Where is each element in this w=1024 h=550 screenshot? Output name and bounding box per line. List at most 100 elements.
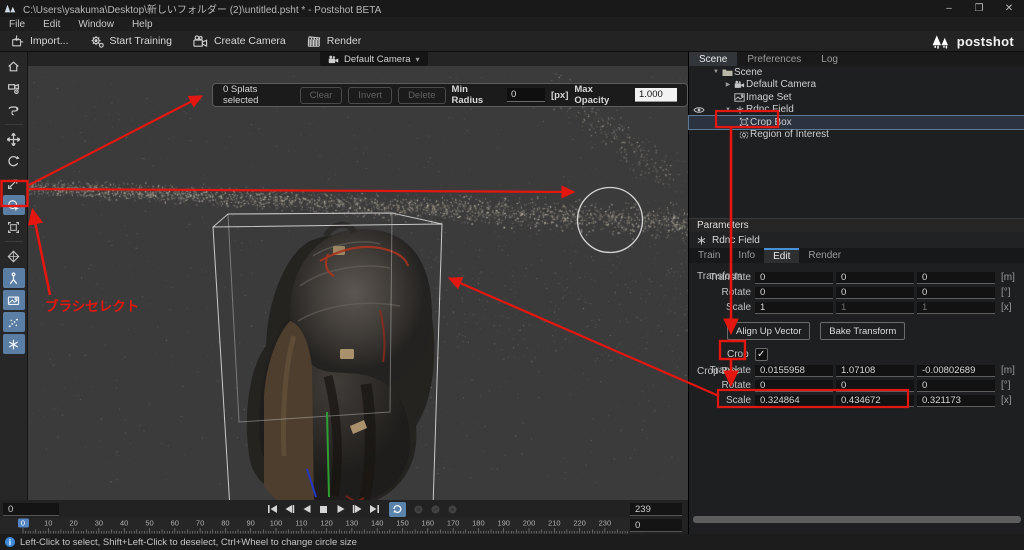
- crop-rotate-x-input[interactable]: [755, 380, 833, 392]
- crop-rotate-y-input[interactable]: [836, 380, 914, 392]
- align-up-vector-button[interactable]: Align Up Vector: [727, 322, 810, 340]
- play-reverse-button[interactable]: [298, 502, 315, 517]
- delete-button[interactable]: Delete: [398, 87, 445, 104]
- svg-text:130: 130: [346, 519, 359, 528]
- render-button[interactable]: Render: [296, 31, 371, 52]
- camera-view-icon: [7, 82, 20, 95]
- crop-translate-z-input[interactable]: [917, 365, 995, 377]
- invert-button[interactable]: Invert: [348, 87, 392, 104]
- import-button[interactable]: Import...: [0, 31, 79, 52]
- crop-translate-x-input[interactable]: [755, 365, 833, 377]
- start-training-button[interactable]: Start Training: [79, 31, 182, 52]
- show-images-toggle[interactable]: [3, 290, 25, 310]
- tab-log[interactable]: Log: [811, 52, 848, 66]
- stop-button[interactable]: [315, 502, 332, 517]
- scene-tree: ▼ Scene ▶ Default Camera Image Set ▼: [689, 66, 1024, 218]
- loop-frame-input[interactable]: [630, 519, 682, 532]
- tab-train[interactable]: Train: [689, 248, 729, 263]
- crop-rotate-z-input[interactable]: [917, 380, 995, 392]
- tab-edit[interactable]: Edit: [764, 248, 799, 263]
- point-cloud-icon: [7, 316, 20, 329]
- crop-scale-y-input[interactable]: [836, 395, 914, 407]
- rotate-y-input[interactable]: [836, 287, 914, 299]
- crop-scale-x-input[interactable]: [755, 395, 833, 407]
- translate-x-input[interactable]: [755, 272, 833, 284]
- crop-checkbox[interactable]: ✓: [755, 348, 768, 361]
- timeline-ruler[interactable]: 0102030405060708090100110120130140150160…: [0, 518, 645, 534]
- bake-transform-button[interactable]: Bake Transform: [820, 322, 905, 340]
- tree-node-crop-box[interactable]: Crop Box: [689, 116, 1024, 129]
- crop-scale-z-input[interactable]: [917, 395, 995, 407]
- postshot-brand: postshot: [931, 34, 1024, 49]
- panel-horizontal-scrollbar[interactable]: [693, 516, 1021, 523]
- viewport-column: Default Camera ▾: [28, 52, 688, 534]
- menu-edit[interactable]: Edit: [34, 17, 69, 31]
- clear-button[interactable]: Clear: [300, 87, 343, 104]
- tree-node-image-set[interactable]: Image Set: [689, 91, 1024, 104]
- step-back-button[interactable]: [281, 502, 298, 517]
- tree-node-rdnc-field[interactable]: ▼ Rdnc Field: [689, 104, 1024, 117]
- current-frame-input[interactable]: [3, 503, 59, 516]
- tab-scene[interactable]: Scene: [689, 52, 737, 66]
- svg-text:90: 90: [247, 519, 255, 528]
- tripod-icon: [7, 272, 20, 285]
- box-select-tool[interactable]: [3, 217, 25, 237]
- svg-text:190: 190: [497, 519, 510, 528]
- crop-translate-y-input[interactable]: [836, 365, 914, 377]
- step-forward-button[interactable]: [349, 502, 366, 517]
- scale-x-input[interactable]: [755, 302, 833, 314]
- camera-view-tool[interactable]: [3, 78, 25, 98]
- close-icon[interactable]: ✕: [994, 0, 1024, 17]
- wireframe-toggle[interactable]: [3, 246, 25, 266]
- transform-scale-row: Scale [x]: [689, 301, 1024, 314]
- rotate-x-input[interactable]: [755, 287, 833, 299]
- scale-y-input[interactable]: [836, 302, 914, 314]
- brush-select-icon: [7, 199, 20, 212]
- maximize-icon[interactable]: ❐: [964, 0, 994, 17]
- tree-node-scene[interactable]: ▼ Scene: [689, 66, 1024, 79]
- menu-window[interactable]: Window: [69, 17, 123, 31]
- tree-node-region-of-interest[interactable]: Region of Interest: [689, 129, 1024, 142]
- show-splats-toggle[interactable]: [3, 334, 25, 354]
- panel-tab-bar: Scene Preferences Log: [689, 52, 1024, 66]
- svg-text:40: 40: [120, 519, 128, 528]
- tab-info[interactable]: Info: [729, 248, 764, 263]
- record-button-2[interactable]: [427, 502, 444, 517]
- loop-toggle[interactable]: [389, 502, 406, 517]
- visibility-eye-icon[interactable]: [693, 106, 705, 117]
- menu-help[interactable]: Help: [123, 17, 162, 31]
- record-button-3[interactable]: [444, 502, 461, 517]
- splat-node-icon: [733, 105, 746, 115]
- tab-render[interactable]: Render: [799, 248, 850, 263]
- tab-preferences[interactable]: Preferences: [737, 52, 811, 66]
- minimize-icon[interactable]: –: [934, 0, 964, 17]
- viewport-3d[interactable]: 0 Splats selected Clear Invert Delete Mi…: [28, 66, 688, 500]
- crop-box-section-label: Crop Box: [697, 366, 739, 377]
- show-cameras-toggle[interactable]: [3, 268, 25, 288]
- move-tool[interactable]: [3, 129, 25, 149]
- skip-to-end-button[interactable]: [366, 502, 383, 517]
- show-points-toggle[interactable]: [3, 312, 25, 332]
- left-tool-rail: [0, 52, 28, 534]
- play-button[interactable]: [332, 502, 349, 517]
- camera-selector[interactable]: Default Camera ▾: [320, 52, 428, 66]
- min-radius-input[interactable]: [507, 88, 545, 102]
- lasso-select-tool[interactable]: [3, 100, 25, 120]
- rotate-tool[interactable]: [3, 151, 25, 171]
- svg-text:30: 30: [95, 519, 103, 528]
- translate-z-input[interactable]: [917, 272, 995, 284]
- scale-z-input[interactable]: [917, 302, 995, 314]
- menu-file[interactable]: File: [0, 17, 34, 31]
- max-opacity-input[interactable]: [635, 88, 677, 102]
- home-view-tool[interactable]: [3, 56, 25, 76]
- brush-select-tool[interactable]: [3, 195, 25, 215]
- scale-tool[interactable]: [3, 173, 25, 193]
- splat-edit-toolbar: 0 Splats selected Clear Invert Delete Mi…: [212, 83, 688, 107]
- skip-to-start-button[interactable]: [264, 502, 281, 517]
- record-button-1[interactable]: [410, 502, 427, 517]
- rotate-z-input[interactable]: [917, 287, 995, 299]
- end-frame-input[interactable]: [630, 503, 682, 516]
- create-camera-button[interactable]: Create Camera: [182, 31, 296, 52]
- translate-y-input[interactable]: [836, 272, 914, 284]
- tree-node-default-camera[interactable]: ▶ Default Camera: [689, 79, 1024, 92]
